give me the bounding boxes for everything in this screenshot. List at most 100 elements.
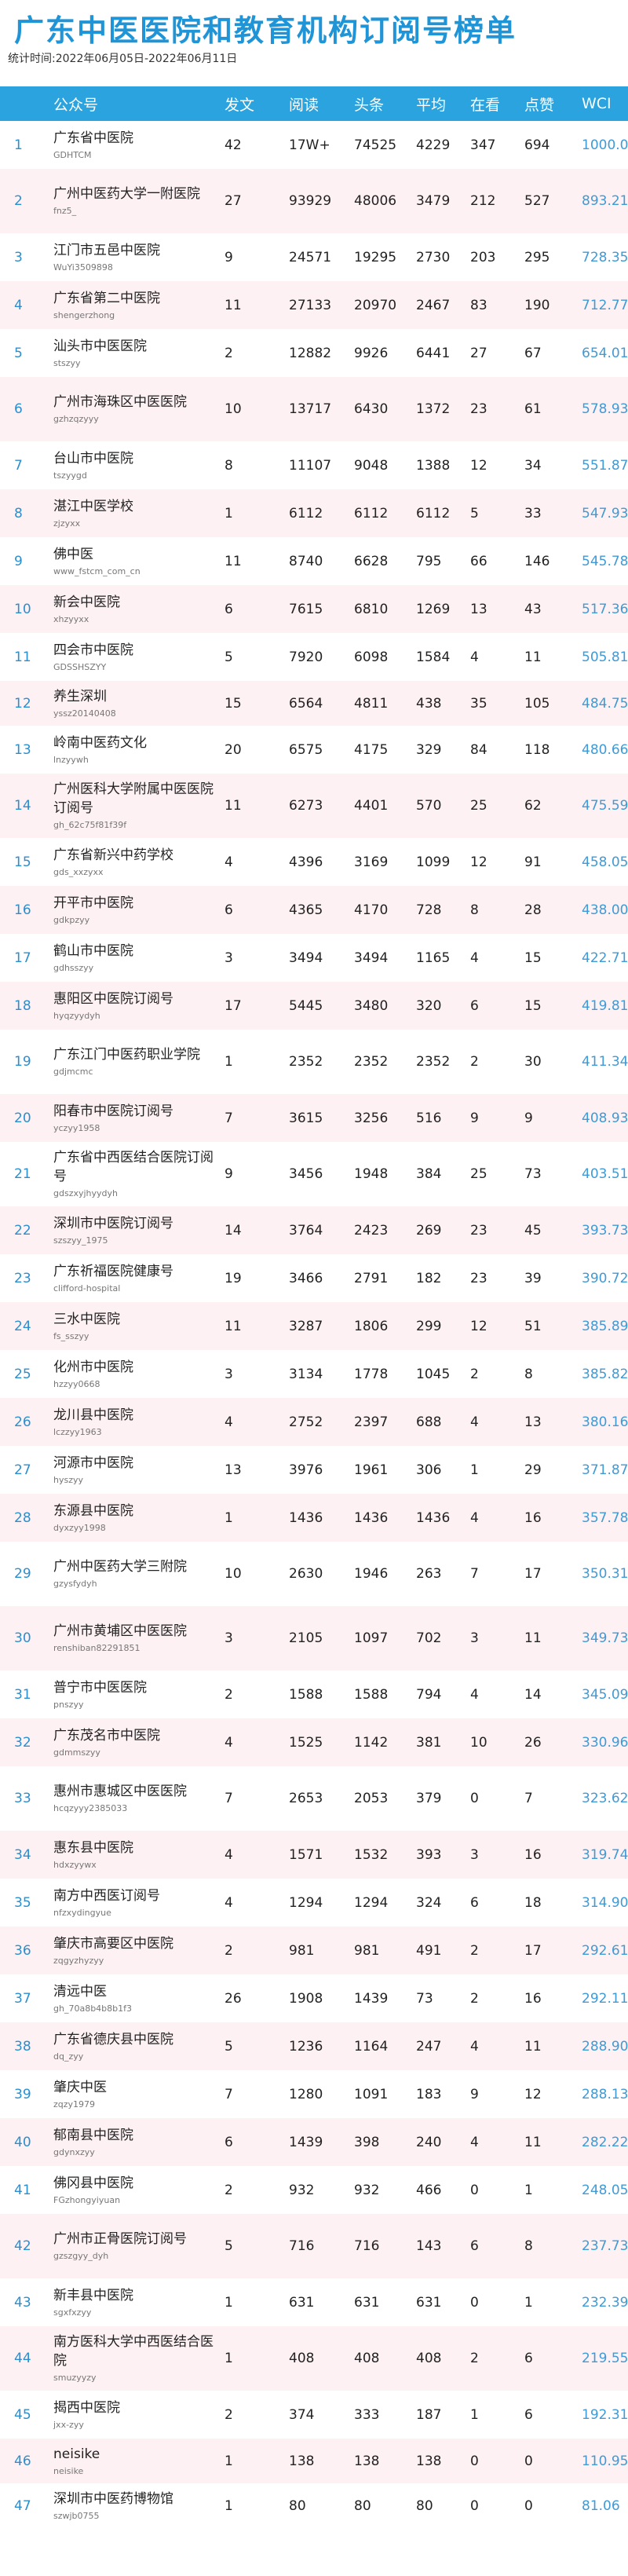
- account-name: 湛江中医学校: [53, 498, 133, 514]
- table-row: 10 新会中医院 xhzyyxx 6 7615 6810 1269 13 43 517.36: [0, 585, 628, 633]
- likes-cell: 12: [524, 2086, 542, 2102]
- account-cell: 广州市黄埔区中医医院 renshiban82291851: [49, 1606, 220, 1670]
- account-id: GDSSHSZYY: [53, 661, 107, 672]
- avg-cell: 269: [416, 1222, 442, 1239]
- account-cell: 三水中医院 fs_sszyy: [49, 1302, 220, 1350]
- wci-cell: 282.22: [582, 2134, 628, 2150]
- table-row: 7 台山市中医院 tszyygd 8 11107 9048 1388 12 34 551.87: [0, 441, 628, 489]
- watching-cell: 3: [470, 1630, 479, 1646]
- table-header-row: 公众号 发文 阅读 头条 平均 在看 点赞 WCI: [0, 86, 628, 121]
- posts-cell: 11: [225, 1318, 242, 1334]
- ranking-table: 公众号 发文 阅读 头条 平均 在看 点赞 WCI 1 广东省中医院 GDHTCM 4…: [0, 86, 628, 2528]
- avg-cell: 1388: [416, 457, 451, 474]
- headline-cell: 6810: [354, 601, 389, 617]
- account-name: 广东省中医院: [53, 130, 133, 146]
- header-likes: 点赞: [524, 96, 555, 114]
- account-name: 肇庆市高要区中医院: [53, 1935, 173, 1952]
- reads-cell: 13717: [289, 401, 332, 417]
- table-row: 43 新丰县中医院 sgxfxzyy 1 631 631 631 0 1 232.39: [0, 2278, 628, 2326]
- account-name: 广东江门中医药职业学院: [53, 1047, 200, 1063]
- account-cell: 新会中医院 xhzyyxx: [49, 585, 220, 633]
- table-row: 14 广州医科大学附属中医医院订阅号 gh_62c75f81f39f 11 6273 44…: [0, 774, 628, 838]
- account-name: 惠阳区中医院订阅号: [53, 990, 173, 1007]
- account-id: smuzyyzy: [53, 2373, 97, 2383]
- posts-cell: 11: [225, 553, 242, 569]
- wci-cell: 248.05: [582, 2182, 628, 2198]
- table-row: 41 佛冈县中医院 FGzhongyiyuan 2 932 932 466 0 1 248.05: [0, 2166, 628, 2214]
- watching-cell: 10: [470, 1734, 487, 1751]
- account-name: 广州中医药大学一附医院: [53, 186, 200, 202]
- watching-cell: 2: [470, 1054, 479, 1070]
- account-cell: 广东省中西医结合医院订阅号 gdszxyjhyydyh: [49, 1142, 220, 1206]
- reads-cell: 2105: [289, 1630, 323, 1646]
- table-row: 42 广州市正骨医院订阅号 gzszgyy_dyh 5 716 716 143 6 8 237.7…: [0, 2214, 628, 2278]
- likes-cell: 8: [524, 1366, 533, 1382]
- table-row: 26 龙川县中医院 lczzyy1963 4 2752 2397 688 4 13 380.16: [0, 1398, 628, 1446]
- account-cell: 惠东县中医院 hdxzyywx: [49, 1831, 220, 1879]
- reads-cell: 8740: [289, 553, 323, 569]
- reads-cell: 1588: [289, 1686, 323, 1703]
- posts-cell: 1: [225, 505, 233, 521]
- avg-cell: 2730: [416, 249, 451, 265]
- headline-cell: 1961: [354, 1462, 389, 1478]
- rank-cell: 17: [14, 950, 31, 966]
- account-cell: 肇庆中医 zqzy1979: [49, 2070, 220, 2118]
- account-name: 河源市中医院: [53, 1454, 133, 1471]
- wci-cell: 349.73: [582, 1630, 628, 1646]
- wci-cell: 81.06: [582, 2497, 620, 2514]
- reads-cell: 3456: [289, 1166, 323, 1182]
- reads-cell: 1525: [289, 1734, 323, 1751]
- table-row: 11 四会市中医院 GDSSHSZYY 5 7920 6098 1584 4 11 505.81: [0, 633, 628, 681]
- header-reads: 阅读: [289, 96, 319, 114]
- table-row: 39 肇庆中医 zqzy1979 7 1280 1091 183 9 12 288.13: [0, 2070, 628, 2118]
- headline-cell: 6112: [354, 505, 389, 521]
- headline-cell: 48006: [354, 193, 397, 209]
- reads-cell: 6575: [289, 741, 323, 758]
- watching-cell: 2: [470, 1366, 479, 1382]
- account-id: zqgyzhyzyy: [53, 1955, 104, 1966]
- avg-cell: 516: [416, 1110, 442, 1126]
- table-row: 15 广东省新兴中药学校 gds_xxzyxx 4 4396 3169 1099 12 91 45…: [0, 838, 628, 886]
- likes-cell: 26: [524, 1734, 542, 1751]
- wci-cell: 357.78: [582, 1509, 628, 1526]
- table-row: 8 湛江中医学校 zjzyxx 1 6112 6112 6112 5 33 547.93: [0, 489, 628, 537]
- watching-cell: 23: [470, 401, 487, 417]
- watching-cell: 66: [470, 553, 487, 569]
- posts-cell: 5: [225, 649, 233, 665]
- posts-cell: 5: [225, 2038, 233, 2055]
- account-name: 广东茂名市中医院: [53, 1727, 160, 1744]
- avg-cell: 138: [416, 2453, 442, 2469]
- posts-cell: 3: [225, 950, 233, 966]
- reads-cell: 17W+: [289, 137, 330, 153]
- account-id: dyxzyy1998: [53, 1522, 106, 1533]
- rank-cell: 19: [14, 1054, 31, 1070]
- headline-cell: 6430: [354, 401, 389, 417]
- account-id: WuYi3509898: [53, 262, 113, 273]
- rank-cell: 3: [14, 249, 23, 265]
- reads-cell: 1908: [289, 1990, 323, 2007]
- rank-cell: 15: [14, 854, 31, 870]
- reads-cell: 3287: [289, 1318, 323, 1334]
- reads-cell: 3764: [289, 1222, 323, 1239]
- rank-cell: 18: [14, 997, 31, 1014]
- rank-cell: 5: [14, 345, 23, 361]
- account-id: hcqzyyy2385033: [53, 1803, 128, 1813]
- rank-cell: 31: [14, 1686, 31, 1703]
- account-name: 化州市中医院: [53, 1359, 133, 1375]
- avg-cell: 4229: [416, 137, 451, 153]
- posts-cell: 2: [225, 1942, 233, 1959]
- watching-cell: 4: [470, 1686, 479, 1703]
- account-id: gzhzqzyyy: [53, 414, 99, 424]
- rank-cell: 10: [14, 601, 31, 617]
- watching-cell: 2: [470, 1990, 479, 2007]
- headline-cell: 6098: [354, 649, 389, 665]
- watching-cell: 3: [470, 1846, 479, 1863]
- account-cell: 广州中医药大学一附医院 fnz5_: [49, 169, 220, 233]
- avg-cell: 466: [416, 2182, 442, 2198]
- watching-cell: 12: [470, 854, 487, 870]
- wci-cell: 712.77: [582, 297, 628, 313]
- likes-cell: 15: [524, 997, 542, 1014]
- account-cell: 汕头市中医医院 stszyy: [49, 329, 220, 377]
- watching-cell: 1: [470, 1462, 479, 1478]
- watching-cell: 35: [470, 695, 487, 712]
